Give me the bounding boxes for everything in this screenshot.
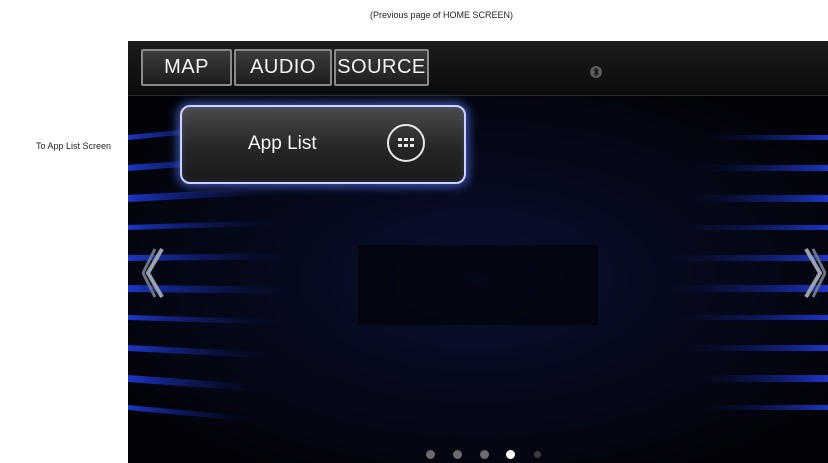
page-dot-current[interactable] (506, 450, 515, 459)
app-list-label: App List (248, 133, 317, 154)
chevron-left-icon[interactable] (142, 246, 164, 300)
tab-map[interactable]: MAP (141, 49, 232, 86)
page-dot[interactable] (426, 450, 435, 459)
page-dot[interactable] (453, 450, 462, 459)
page-dot[interactable] (534, 451, 541, 458)
chevron-right-icon[interactable] (804, 246, 826, 300)
tab-source[interactable]: SOURCE (334, 49, 429, 86)
grid-dots-icon (387, 124, 425, 162)
top-bar: MAP AUDIO SOURCE (128, 41, 828, 96)
home-screen: MAP AUDIO SOURCE App List (128, 41, 828, 463)
page-dot[interactable] (480, 450, 489, 459)
annotation-app-list: To App List Screen (36, 141, 112, 151)
page-indicator (426, 448, 546, 460)
page-caption-top: (Previous page of HOME SCREEN) (370, 10, 514, 20)
app-list-button[interactable]: App List (180, 105, 466, 184)
tab-audio[interactable]: AUDIO (234, 49, 332, 86)
bluetooth-icon (590, 66, 602, 78)
